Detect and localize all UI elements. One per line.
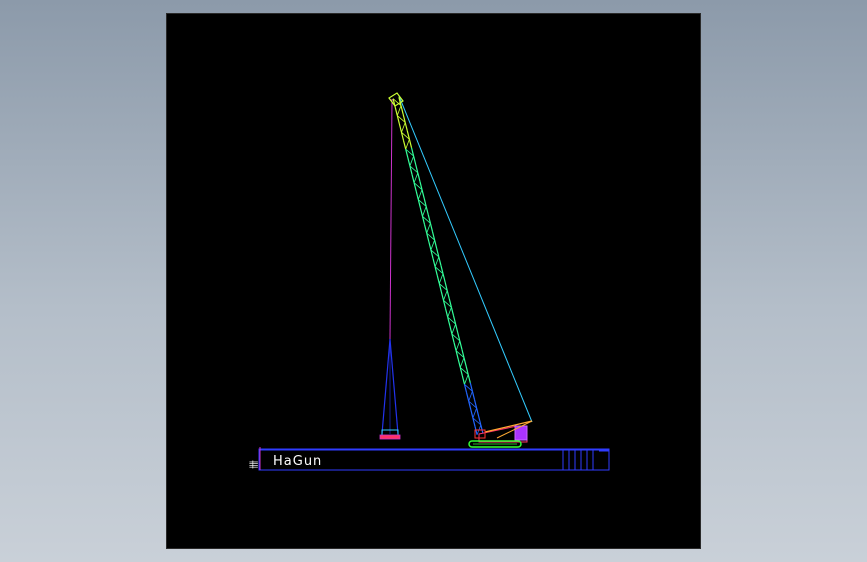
boom-chord (463, 357, 467, 367)
crane-base (468, 420, 533, 448)
tower (379, 338, 401, 440)
boom-lacing (468, 391, 473, 402)
barge-side-mark: 卌 (249, 460, 260, 469)
pendant-line (398, 95, 533, 423)
boom-chord (404, 122, 408, 132)
boom-chord (394, 106, 398, 116)
boom-chord (459, 340, 463, 350)
boom-chord (403, 140, 407, 150)
boom-chord (480, 424, 484, 434)
boom-chord (407, 157, 411, 167)
boom-chord (466, 392, 470, 402)
boom-chord (436, 274, 440, 284)
boom-lacing (430, 239, 435, 251)
boom-lacing (413, 172, 419, 183)
hoist-line (389, 98, 393, 340)
boom-lacing (426, 223, 431, 234)
boom-chord (453, 342, 457, 351)
boom-chord (413, 155, 417, 165)
boom-chord (471, 391, 476, 400)
barge-bow (600, 449, 610, 471)
boom-chord (400, 105, 404, 115)
boom-lacing (438, 273, 444, 284)
boom-lacing (409, 155, 414, 167)
boom-chord (419, 207, 424, 217)
tower-footing (379, 434, 401, 440)
cad-viewport[interactable]: HaGun 卌 (166, 13, 701, 549)
boom-lacing (443, 290, 448, 301)
tower-leg-right (389, 338, 399, 435)
boom-chord (438, 256, 442, 266)
boom-chord (411, 174, 415, 183)
boom-chord (442, 273, 446, 283)
boom-chord (415, 190, 419, 200)
boom-chord (425, 206, 429, 216)
barge: HaGun 卌 (249, 447, 610, 471)
boom-lacing (459, 357, 465, 368)
boom-chord (421, 189, 425, 199)
boom-chord (455, 323, 459, 333)
boom-chord (428, 241, 432, 251)
boom-chord (440, 291, 445, 301)
barge-bow-ribs (562, 450, 594, 470)
boom-chord (446, 290, 450, 300)
boom-chord (417, 172, 421, 182)
boom-chord (398, 123, 403, 133)
boom-lacing (455, 340, 461, 351)
boom-chord (424, 224, 428, 234)
boom-chord (449, 325, 453, 335)
boom-chord (408, 139, 413, 148)
crane-barge-drawing: HaGun 卌 (249, 92, 610, 471)
boom-lacing (434, 256, 440, 267)
boom-lacing (405, 139, 410, 150)
boom-chord (467, 374, 471, 384)
boom-lacing (472, 407, 477, 419)
boom-chord (461, 375, 466, 385)
boom-lacing (401, 122, 406, 133)
boom-lacing (447, 307, 452, 318)
boom-chord (429, 223, 434, 232)
tower-leg-left (381, 338, 391, 435)
boom-chord (432, 258, 436, 267)
boom-chord (470, 409, 474, 419)
boom-lacing (451, 323, 456, 335)
crane-boom (388, 92, 484, 435)
barge-name-label: HaGun (273, 454, 322, 469)
boom-chord (434, 239, 438, 249)
boom-lacing (396, 105, 402, 116)
boom-chord (445, 308, 449, 318)
boom-chord (476, 407, 480, 417)
boom-lacing (464, 374, 469, 385)
boom-chord (450, 307, 455, 316)
boom-lacing (417, 189, 423, 200)
boom-lacing (422, 206, 427, 217)
boom-chord (457, 358, 461, 368)
